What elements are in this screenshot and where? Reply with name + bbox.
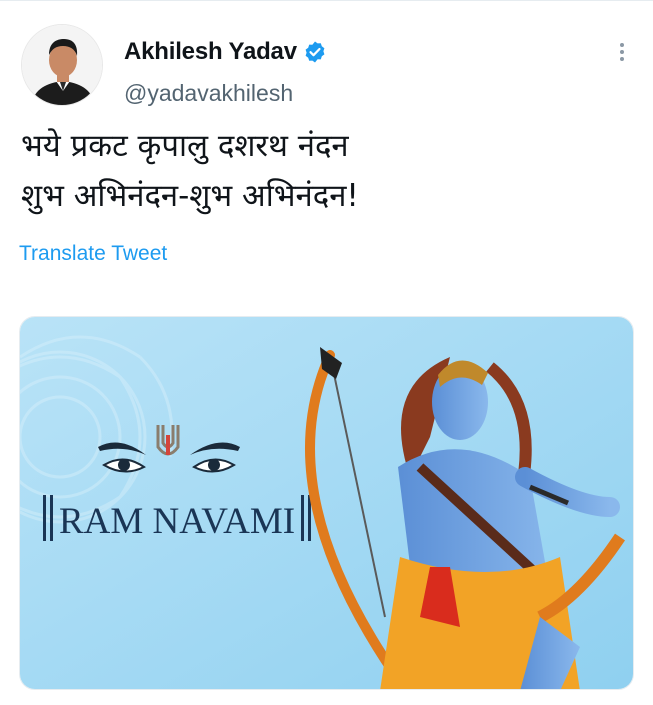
tweet-card[interactable]: Akhilesh Yadav @yadavakhilesh भये प्रकट … <box>0 0 653 705</box>
more-options-icon[interactable] <box>613 40 631 66</box>
display-name[interactable]: Akhilesh Yadav <box>124 38 297 66</box>
divider <box>0 0 653 1</box>
avatar[interactable] <box>21 24 103 106</box>
tweet-text-line: भये प्रकट कृपालु दशरथ नंदन <box>21 128 349 164</box>
verified-badge-icon <box>303 40 327 64</box>
author-handle[interactable]: @yadavakhilesh <box>124 80 293 107</box>
author-name-row[interactable]: Akhilesh Yadav <box>124 38 327 66</box>
tweet-text-line: शुभ अभिनंदन-शुभ अभिनंदन! <box>21 178 359 214</box>
translate-tweet-link[interactable]: Translate Tweet <box>19 242 167 266</box>
tweet-text: भये प्रकट कृपालु दशरथ नंदन शुभ अभिनंदन-श… <box>21 121 631 221</box>
caption-text: RAM NAVAMI <box>59 501 295 542</box>
tweet-media-image[interactable]: RAM NAVAMI <box>19 316 634 690</box>
avatar-image <box>22 25 102 105</box>
ram-navami-caption: RAM NAVAMI <box>43 495 311 542</box>
